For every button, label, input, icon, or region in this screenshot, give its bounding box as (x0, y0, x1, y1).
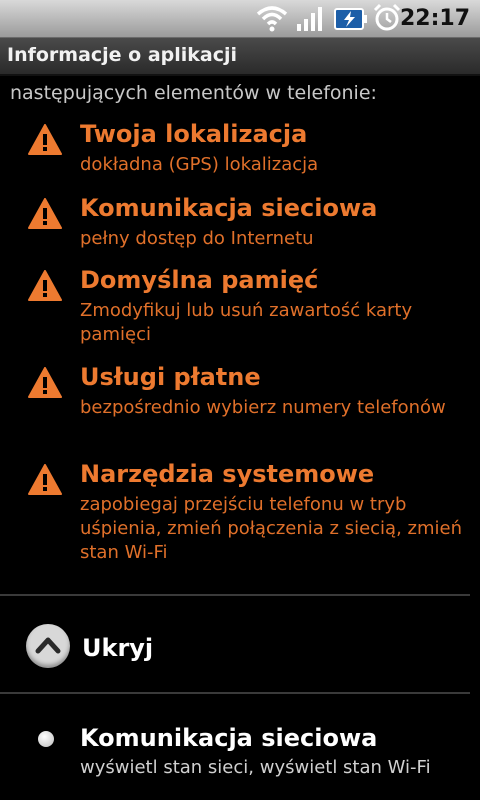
alarm-icon (373, 3, 401, 31)
signal-icon (297, 7, 322, 31)
permission-description: zapobiegaj przejściu telefonu w tryb uśp… (80, 494, 462, 563)
collapse-label[interactable]: Ukryj (82, 634, 153, 662)
collapse-button[interactable] (26, 624, 70, 668)
warning-icon (28, 198, 62, 229)
divider (0, 692, 470, 694)
divider (0, 594, 470, 596)
warning-icon (28, 367, 62, 398)
permission-title: Komunikacja sieciowa (80, 724, 378, 752)
title-bar: Informacje o aplikacji (0, 38, 480, 76)
warning-icon (28, 464, 62, 495)
bullet-icon (38, 731, 54, 747)
chevron-up-icon (35, 637, 61, 654)
permission-description: bezpośrednio wybierz numery telefonów (80, 397, 446, 418)
battery-charging-icon (334, 8, 367, 30)
warning-icon (28, 124, 62, 155)
intro-text: następujących elementów w telefonie: (10, 82, 377, 104)
permission-title: Narzędzia systemowe (80, 460, 375, 488)
permission-title: Komunikacja sieciowa (80, 194, 378, 222)
warning-icon (28, 270, 62, 301)
status-bar: 22:17 (0, 0, 480, 38)
clock: 22:17 (399, 6, 470, 31)
permission-title: Twoja lokalizacja (80, 120, 308, 148)
permission-title: Usługi płatne (80, 363, 261, 391)
wifi-icon (256, 6, 288, 32)
permission-description: Zmodyfikuj lub usuń zawartość karty pami… (80, 300, 413, 345)
permission-description: pełny dostęp do Internetu (80, 228, 314, 249)
page-title: Informacje o aplikacji (7, 44, 238, 66)
permission-description: dokładna (GPS) lokalizacja (80, 154, 319, 175)
permission-description: wyświetl stan sieci, wyświetl stan Wi-Fi (80, 757, 431, 778)
permission-title: Domyślna pamięć (80, 266, 319, 294)
